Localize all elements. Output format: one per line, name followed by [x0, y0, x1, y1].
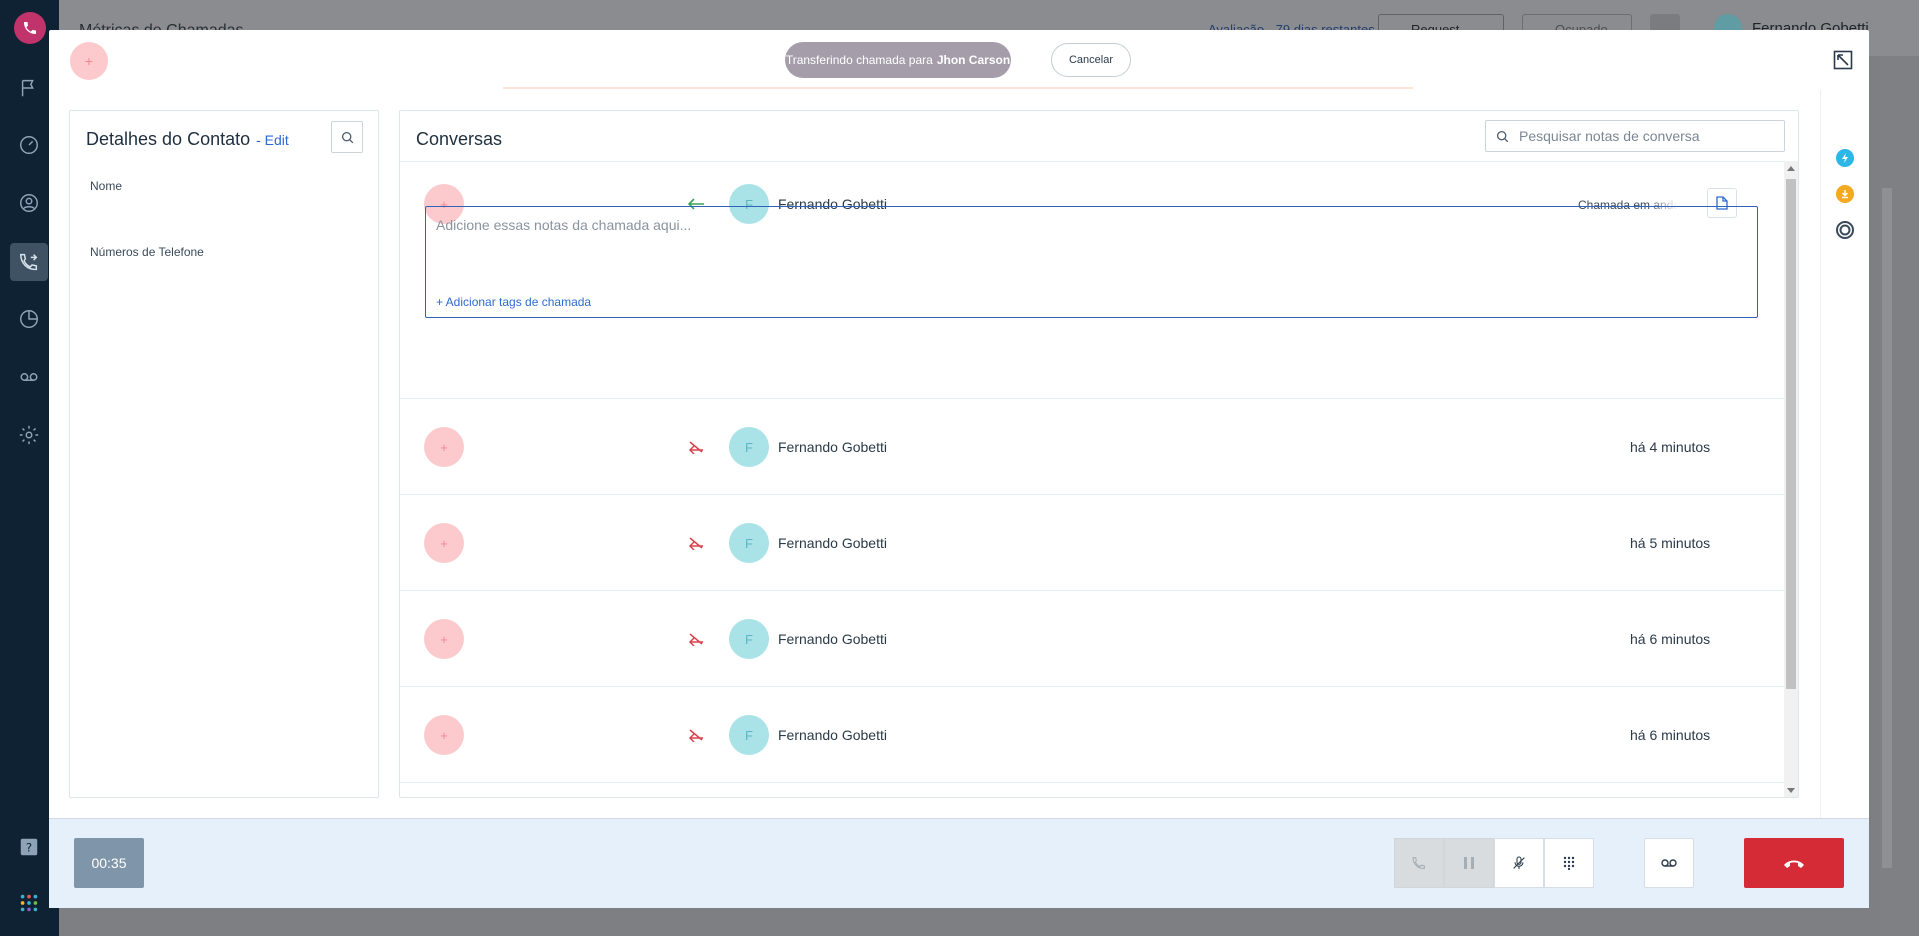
avatar: F [729, 523, 769, 563]
call-time: há 5 minutos [1630, 535, 1711, 551]
caller-name: Fernando Gobetti [778, 535, 887, 551]
field-label-phones: Números de Telefone [90, 245, 204, 259]
missed-call-arrow-icon [688, 441, 703, 454]
call-timer: 00:35 [74, 838, 144, 888]
missed-call-arrow-icon [688, 633, 703, 646]
avatar: F [729, 619, 769, 659]
call-controls [1394, 838, 1594, 888]
settings-gear-icon[interactable] [10, 416, 48, 454]
phone-transfer-icon [1412, 857, 1425, 869]
avatar: F [729, 715, 769, 755]
contact-avatar: + [424, 619, 464, 659]
call-notes-box: + Adicionar tags de chamada [425, 206, 1758, 318]
call-time: há 4 minutos [1630, 439, 1711, 455]
divider [503, 87, 1413, 89]
search-icon [341, 131, 353, 143]
scroll-down-icon[interactable] [1787, 788, 1795, 793]
pause-icon [1464, 857, 1474, 869]
current-call-row: + F Fernando Gobetti Chamada em andament… [400, 162, 1786, 399]
background-scrollbar [1882, 188, 1892, 868]
search-input[interactable] [1519, 128, 1769, 144]
voicemail-icon[interactable] [10, 358, 48, 396]
list-item[interactable]: + F Fernando Gobetti há 5 minutos [400, 495, 1786, 591]
phone-logo-icon[interactable] [14, 12, 46, 44]
contact-details-header: Detalhes do Contato - Edit [86, 129, 289, 150]
call-modal: + Transferindo chamada para Jhon Carson … [49, 30, 1869, 908]
lightning-icon[interactable] [1836, 149, 1854, 167]
contacts-icon[interactable] [10, 184, 48, 222]
transfer-prefix: Transferindo chamada para [785, 53, 933, 67]
expand-icon[interactable] [1833, 50, 1853, 70]
list-item[interactable]: + F Fernando Gobetti há 4 minutos [400, 399, 1786, 495]
spiral-icon[interactable] [1836, 221, 1854, 239]
search-icon [1496, 130, 1509, 142]
call-time: há 6 minutos [1630, 631, 1711, 647]
call-controls-bar: 00:35 [49, 818, 1869, 908]
caller-name: Fernando Gobetti [778, 631, 887, 647]
download-icon[interactable] [1836, 185, 1854, 203]
scroll-up-icon[interactable] [1787, 166, 1795, 171]
cancel-transfer-button[interactable]: Cancelar [1051, 43, 1131, 77]
transfer-call-button[interactable] [1394, 838, 1444, 888]
contact-details-title: Detalhes do Contato [86, 129, 251, 149]
transfer-bar: + Transferindo chamada para Jhon Carson … [49, 30, 1869, 90]
conversations-title: Conversas [416, 129, 503, 149]
voicemail-drop-button[interactable] [1644, 838, 1694, 888]
hang-up-icon [1784, 860, 1804, 868]
add-call-tags-link[interactable]: + Adicionar tags de chamada [436, 295, 591, 309]
conversation-notes-search [1485, 120, 1785, 152]
flag-icon[interactable] [10, 69, 48, 107]
transfer-target: Jhon Carson [936, 53, 1011, 67]
transfer-status-pill: Transferindo chamada para Jhon Carson [785, 42, 1011, 78]
scrollbar-thumb[interactable] [1786, 179, 1796, 689]
caller-name: Fernando Gobetti [778, 439, 887, 455]
calls-icon[interactable] [10, 243, 48, 281]
keypad-button[interactable] [1544, 838, 1594, 888]
conversations-scrollbar[interactable] [1784, 161, 1798, 797]
list-item[interactable]: + F Fernando Gobetti há 6 minutos [400, 591, 1786, 687]
missed-call-arrow-icon [688, 537, 703, 550]
voicemail-icon [1661, 859, 1677, 867]
help-icon[interactable]: ? [10, 828, 48, 866]
contact-details-panel: Detalhes do Contato - Edit Nome Números … [69, 110, 379, 798]
edit-contact-link[interactable]: - Edit [256, 132, 289, 148]
dashboard-icon[interactable] [10, 126, 48, 164]
reports-icon[interactable] [10, 300, 48, 338]
contact-search-button[interactable] [331, 121, 363, 153]
conversations-panel: Conversas + F Fernando Gobetti Chamada e… [399, 110, 1799, 798]
contact-avatar: + [424, 715, 464, 755]
integrations-rail [1820, 90, 1869, 848]
contact-avatar: + [424, 523, 464, 563]
call-notes-input[interactable] [436, 217, 1736, 277]
contact-avatar: + [424, 427, 464, 467]
apps-grid-icon[interactable] [10, 884, 48, 922]
field-label-name: Nome [90, 179, 123, 193]
avatar: F [729, 427, 769, 467]
hold-button[interactable] [1444, 838, 1494, 888]
list-item[interactable]: + F Fernando Gobetti há 6 minutos [400, 687, 1786, 783]
mic-off-icon [1513, 856, 1525, 869]
missed-call-arrow-icon [688, 729, 703, 742]
caller-name: Fernando Gobetti [778, 727, 887, 743]
call-time: há 6 minutos [1630, 727, 1711, 743]
contact-avatar: + [70, 42, 108, 80]
svg-text:?: ? [26, 841, 32, 855]
dialpad-icon [1563, 856, 1575, 870]
mute-button[interactable] [1494, 838, 1544, 888]
hang-up-button[interactable] [1744, 838, 1844, 888]
